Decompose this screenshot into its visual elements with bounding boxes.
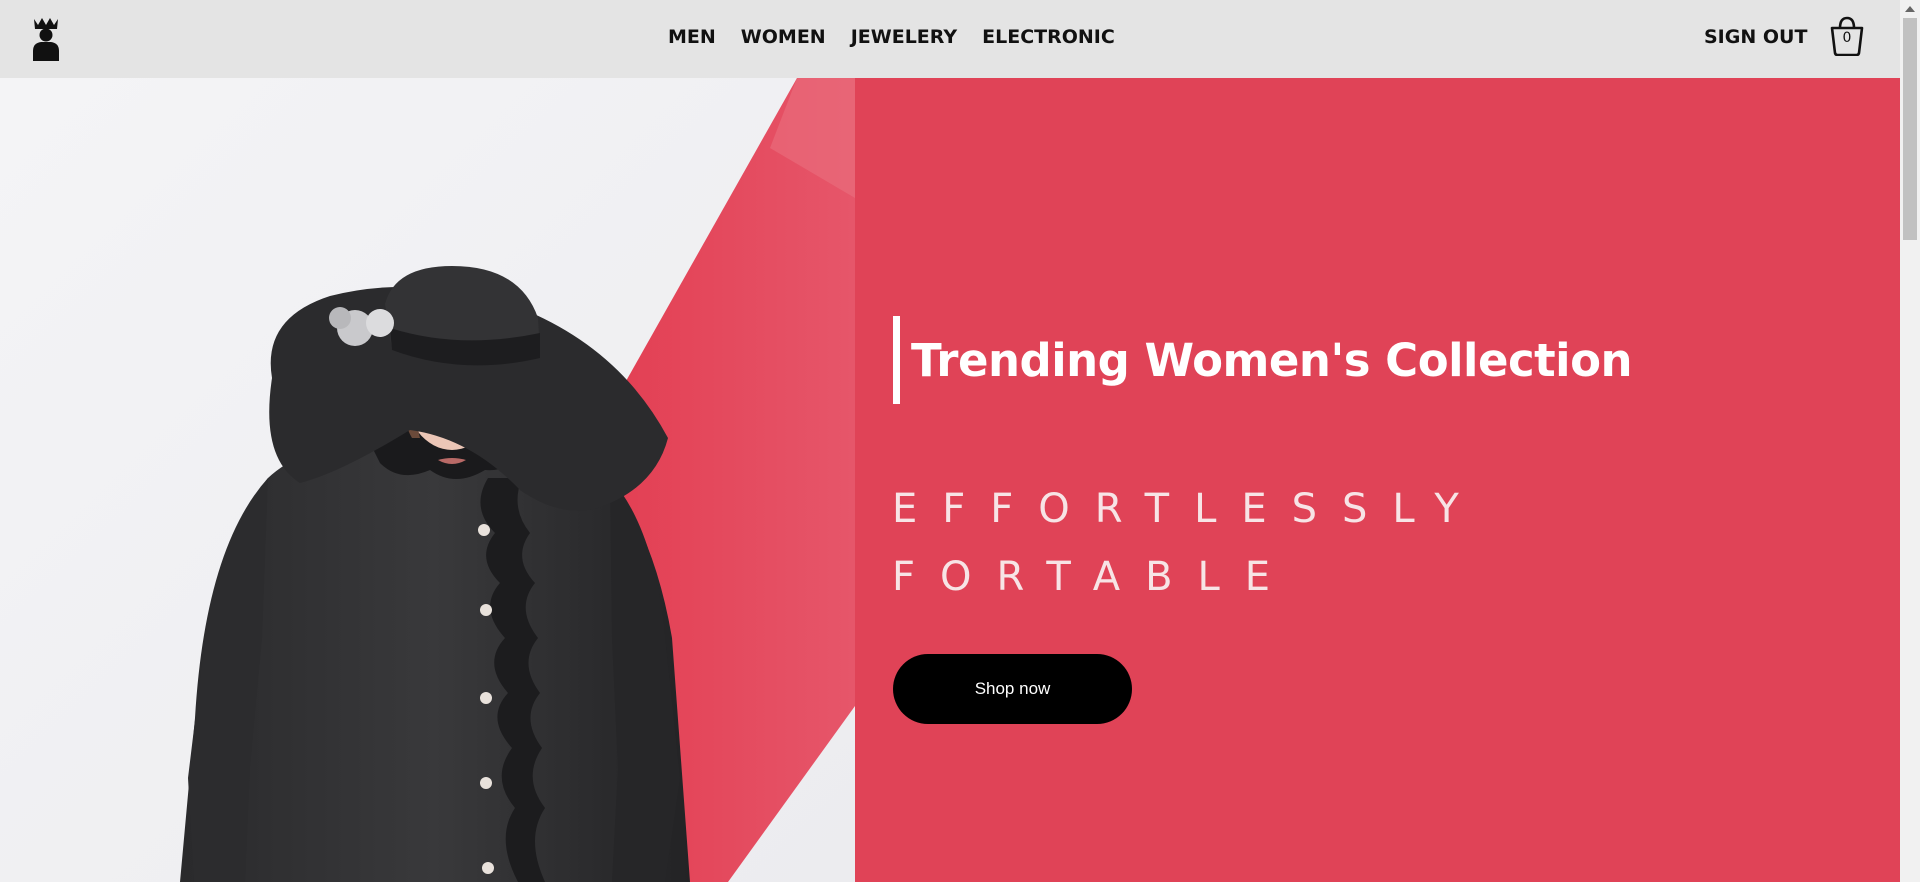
sign-out-link[interactable]: SIGN OUT — [1704, 26, 1807, 48]
cart-button[interactable]: 0 — [1828, 16, 1866, 57]
shop-now-button[interactable]: Shop now — [893, 654, 1132, 724]
page: MEN WOMEN JEWELERY ELECTRONIC SIGN OUT 0 — [0, 0, 1920, 882]
main-nav: MEN WOMEN JEWELERY ELECTRONIC — [668, 26, 1115, 48]
scrollbar-thumb[interactable] — [1903, 18, 1917, 240]
nav-link-women[interactable]: WOMEN — [741, 26, 826, 48]
vertical-scrollbar[interactable] — [1900, 0, 1920, 882]
nav-link-jewelery[interactable]: JEWELERY — [851, 26, 957, 48]
hero-tagline: EFFORTLESSLY FORTABLE — [892, 475, 1592, 611]
nav-link-electronic[interactable]: ELECTRONIC — [982, 26, 1115, 48]
top-navbar: MEN WOMEN JEWELERY ELECTRONIC SIGN OUT 0 — [0, 0, 1900, 78]
cart-count: 0 — [1842, 30, 1852, 46]
headline-accent-bar — [893, 316, 900, 404]
woman-in-black-hat-and-coat-photo — [0, 78, 855, 882]
nav-link-men[interactable]: MEN — [668, 26, 716, 48]
scroll-up-arrow-icon[interactable] — [1905, 6, 1915, 12]
hero-tagline-line-2: FORTABLE — [892, 554, 1296, 600]
hero-headline: Trending Women's Collection — [911, 334, 1633, 387]
crowned-person-logo-icon[interactable] — [30, 17, 62, 61]
hero-tagline-line-1: EFFORTLESSLY — [892, 486, 1484, 532]
